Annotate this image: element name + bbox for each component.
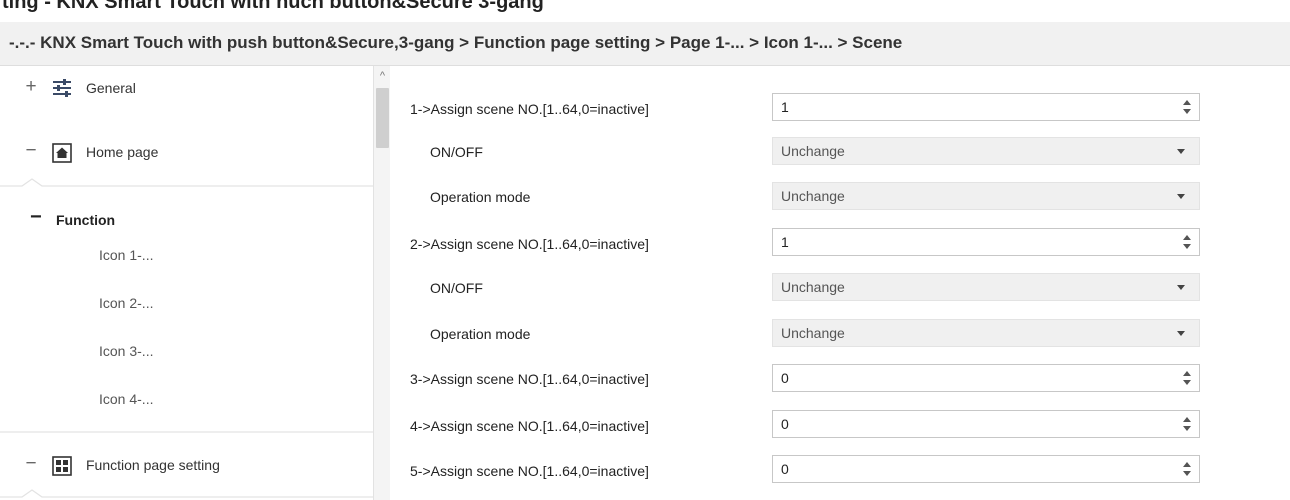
- param-label: 2->Assign scene NO.[1..64,0=inactive]: [410, 236, 649, 252]
- collapse-toggle[interactable]: −: [24, 140, 38, 162]
- collapse-toggle[interactable]: −: [30, 206, 42, 229]
- sidebar-item-general[interactable]: + General: [0, 66, 373, 110]
- spinner-arrows-icon[interactable]: [1183, 232, 1193, 252]
- input-value: 0: [781, 416, 789, 432]
- sidebar-item-function[interactable]: − Function: [0, 198, 373, 242]
- scrollbar-thumb[interactable]: [376, 88, 389, 148]
- breadcrumb-bar: -.-.- KNX Smart Touch with push button&S…: [0, 22, 1290, 66]
- param-label: ON/OFF: [430, 144, 483, 160]
- input-value: 1: [781, 99, 789, 115]
- window-title: ting - KNX Smart Touch with nuch button&…: [2, 0, 544, 13]
- param-label: Operation mode: [430, 326, 531, 342]
- spinner-arrows-icon[interactable]: [1183, 459, 1193, 479]
- sidebar-scrollbar[interactable]: ^: [373, 66, 390, 500]
- expand-toggle[interactable]: +: [24, 76, 38, 98]
- param-label: 4->Assign scene NO.[1..64,0=inactive]: [410, 418, 649, 434]
- sidebar-item-label: Icon 1-...: [99, 247, 154, 263]
- input-value: 1: [781, 234, 789, 250]
- chevron-down-icon: [1177, 285, 1185, 290]
- operation-mode-dropdown[interactable]: Unchange: [772, 319, 1200, 347]
- section-divider: [0, 178, 373, 194]
- scene-number-input[interactable]: 1: [772, 93, 1200, 121]
- scene-number-input[interactable]: 0: [772, 410, 1200, 438]
- sidebar-item-icon-2[interactable]: Icon 2-...: [0, 289, 373, 321]
- sliders-icon: [52, 79, 72, 99]
- grid-icon: [52, 456, 72, 476]
- param-label: 1->Assign scene NO.[1..64,0=inactive]: [410, 101, 649, 117]
- sidebar-item-label: General: [86, 80, 136, 96]
- scroll-up-icon[interactable]: ^: [374, 70, 391, 82]
- scene-number-input[interactable]: 0: [772, 364, 1200, 392]
- chevron-down-icon: [1177, 194, 1185, 199]
- sidebar-item-label: Home page: [86, 144, 159, 160]
- collapse-toggle[interactable]: −: [24, 453, 38, 475]
- section-divider: [0, 424, 373, 440]
- dropdown-value: Unchange: [781, 188, 845, 204]
- input-value: 0: [781, 370, 789, 386]
- sidebar-item-label: Function page setting: [86, 457, 220, 473]
- window-title-strip: ting - KNX Smart Touch with nuch button&…: [0, 0, 1290, 22]
- chevron-down-icon: [1177, 149, 1185, 154]
- chevron-down-icon: [1177, 331, 1185, 336]
- home-icon: [52, 143, 72, 163]
- on-off-dropdown[interactable]: Unchange: [772, 273, 1200, 301]
- spinner-arrows-icon[interactable]: [1183, 97, 1193, 117]
- sidebar-item-label: Function: [56, 212, 116, 228]
- sidebar-item-icon-4[interactable]: Icon 4-...: [0, 383, 373, 415]
- sidebar: + General − Home page − Function Icon 1-…: [0, 66, 373, 500]
- input-value: 0: [781, 461, 789, 477]
- sidebar-item-function-page-setting[interactable]: − Function page setting: [0, 445, 373, 489]
- param-label: 5->Assign scene NO.[1..64,0=inactive]: [410, 463, 649, 479]
- dropdown-value: Unchange: [781, 143, 845, 159]
- sidebar-item-icon-3[interactable]: Icon 3-...: [0, 336, 373, 368]
- parameter-panel: 1->Assign scene NO.[1..64,0=inactive] 1 …: [390, 66, 1290, 500]
- spinner-arrows-icon[interactable]: [1183, 368, 1193, 388]
- param-label: ON/OFF: [430, 280, 483, 296]
- sidebar-item-label: Icon 2-...: [99, 295, 154, 311]
- breadcrumb[interactable]: -.-.- KNX Smart Touch with push button&S…: [9, 33, 902, 53]
- sidebar-item-label: Icon 4-...: [99, 391, 154, 407]
- param-label: 3->Assign scene NO.[1..64,0=inactive]: [410, 371, 649, 387]
- sidebar-item-label: Icon 3-...: [99, 343, 154, 359]
- scene-number-input[interactable]: 1: [772, 228, 1200, 256]
- scene-number-input[interactable]: 0: [772, 455, 1200, 483]
- on-off-dropdown[interactable]: Unchange: [772, 137, 1200, 165]
- section-divider: [0, 489, 373, 500]
- param-label: Operation mode: [430, 189, 531, 205]
- dropdown-value: Unchange: [781, 279, 845, 295]
- dropdown-value: Unchange: [781, 325, 845, 341]
- sidebar-item-home-page[interactable]: − Home page: [0, 132, 373, 176]
- spinner-arrows-icon[interactable]: [1183, 414, 1193, 434]
- operation-mode-dropdown[interactable]: Unchange: [772, 182, 1200, 210]
- sidebar-item-icon-1[interactable]: Icon 1-...: [0, 242, 373, 274]
